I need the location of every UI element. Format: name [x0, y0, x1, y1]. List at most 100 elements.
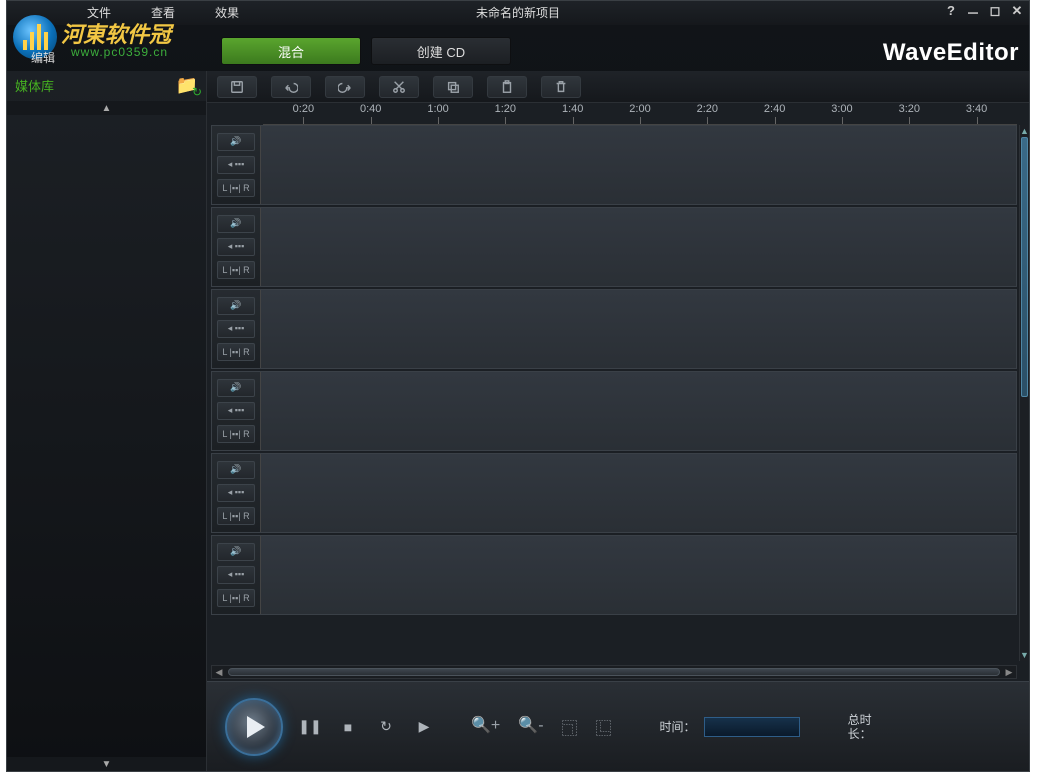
transport-bar: ❚❚ ■ ↻ ▶ 🔍+ 🔍- ⿹ ⿺ 时间： 总时 长： [207, 681, 1029, 771]
track-header: 🔊 ◂ ▪▪▪ L |▪▪| R [212, 126, 260, 204]
copy-button[interactable] [433, 76, 473, 98]
sidebar-scroll-down[interactable]: ▼ [7, 757, 206, 771]
track-lane[interactable] [260, 536, 1016, 614]
transport-controls: ❚❚ ■ ↻ ▶ [301, 718, 433, 735]
zoom-fit-button[interactable]: ⿺ [596, 715, 612, 739]
timeline-ruler[interactable]: 0:200:401:001:201:402:002:202:403:003:20… [263, 103, 1017, 125]
total-length-label: 总时 长： [848, 713, 872, 741]
app-window: 文件 查看 效果 未命名的新项目 ? － ◻ ✕ 河東软件冠 www.pc035… [6, 0, 1030, 772]
scroll-up-icon[interactable]: ▲ [1020, 125, 1029, 137]
ruler-label: 2:40 [764, 103, 785, 115]
maximize-button[interactable]: ◻ [987, 3, 1003, 22]
ruler-label: 0:40 [360, 103, 381, 115]
header-row: 河東软件冠 www.pc0359.cn 编辑 混合 创建 CD WaveEdit… [7, 25, 1029, 71]
mode-tabs: 混合 创建 CD [221, 37, 511, 65]
volume-chip[interactable]: ◂ ▪▪▪ [217, 320, 255, 338]
audio-track[interactable]: 🔊 ◂ ▪▪▪ L |▪▪| R [211, 371, 1017, 451]
vertical-scrollbar[interactable]: ▲ ▼ [1019, 125, 1029, 661]
mute-button[interactable]: 🔊 [217, 133, 255, 151]
mute-button[interactable]: 🔊 [217, 297, 255, 315]
scroll-thumb[interactable] [1021, 137, 1028, 397]
track-header: 🔊 ◂ ▪▪▪ L |▪▪| R [212, 372, 260, 450]
menu-edit[interactable]: 编辑 [31, 49, 55, 66]
time-display[interactable] [704, 717, 800, 737]
paste-button[interactable] [487, 76, 527, 98]
media-library-title: 媒体库 [15, 76, 54, 95]
brand-label: WaveEditor [883, 39, 1019, 67]
horizontal-scrollbar[interactable]: ◀ ▶ [211, 665, 1017, 679]
open-folder-button[interactable]: 📁 ↻ [176, 75, 198, 96]
pan-chip[interactable]: L |▪▪| R [217, 507, 255, 525]
volume-chip[interactable]: ◂ ▪▪▪ [217, 566, 255, 584]
ruler-label: 2:20 [697, 103, 718, 115]
track-area: 🔊 ◂ ▪▪▪ L |▪▪| R 🔊 ◂ ▪▪▪ L |▪▪| R 🔊 ◂ ▪▪▪ L |▪▪|… [211, 125, 1017, 661]
track-header: 🔊 ◂ ▪▪▪ L |▪▪| R [212, 208, 260, 286]
zoom-in-button[interactable]: 🔍+ [471, 715, 500, 739]
mute-button[interactable]: 🔊 [217, 543, 255, 561]
audio-track[interactable]: 🔊 ◂ ▪▪▪ L |▪▪| R [211, 207, 1017, 287]
zoom-controls: 🔍+ 🔍- ⿹ ⿺ [471, 715, 612, 739]
ruler-label: 3:00 [831, 103, 852, 115]
edit-toolbar [207, 71, 1029, 103]
volume-chip[interactable]: ◂ ▪▪▪ [217, 484, 255, 502]
track-header: 🔊 ◂ ▪▪▪ L |▪▪| R [212, 290, 260, 368]
help-button[interactable]: ? [943, 3, 959, 22]
pan-chip[interactable]: L |▪▪| R [217, 343, 255, 361]
next-button[interactable]: ▶ [415, 718, 433, 735]
pan-chip[interactable]: L |▪▪| R [217, 261, 255, 279]
zoom-out-button[interactable]: 🔍- [518, 715, 543, 739]
audio-track[interactable]: 🔊 ◂ ▪▪▪ L |▪▪| R [211, 453, 1017, 533]
pause-button[interactable]: ❚❚ [301, 718, 319, 735]
pan-chip[interactable]: L |▪▪| R [217, 589, 255, 607]
minimize-button[interactable]: － [965, 3, 981, 22]
pan-chip[interactable]: L |▪▪| R [217, 425, 255, 443]
tab-create-cd[interactable]: 创建 CD [371, 37, 511, 65]
main-area: 0:200:401:001:201:402:002:202:403:003:20… [207, 71, 1029, 771]
menu-effects[interactable]: 效果 [215, 4, 239, 21]
mute-button[interactable]: 🔊 [217, 461, 255, 479]
time-label: 时间： [660, 718, 696, 735]
track-header: 🔊 ◂ ▪▪▪ L |▪▪| R [212, 536, 260, 614]
audio-track[interactable]: 🔊 ◂ ▪▪▪ L |▪▪| R [211, 535, 1017, 615]
ruler-label: 2:00 [629, 103, 650, 115]
import-arrow-icon: ↻ [192, 85, 202, 99]
scroll-down-icon[interactable]: ▼ [1020, 649, 1029, 661]
scroll-left-icon[interactable]: ◀ [212, 666, 226, 678]
audio-track[interactable]: 🔊 ◂ ▪▪▪ L |▪▪| R [211, 289, 1017, 369]
ruler-label: 1:00 [427, 103, 448, 115]
ruler-label: 1:20 [495, 103, 516, 115]
sidebar-scroll-up[interactable]: ▲ [7, 101, 206, 115]
loop-button[interactable]: ↻ [377, 718, 395, 735]
track-lane[interactable] [260, 454, 1016, 532]
track-lane[interactable] [260, 126, 1016, 204]
tab-mix[interactable]: 混合 [221, 37, 361, 65]
mute-button[interactable]: 🔊 [217, 215, 255, 233]
track-lane[interactable] [260, 372, 1016, 450]
logo-url: www.pc0359.cn [71, 45, 168, 59]
mute-button[interactable]: 🔊 [217, 379, 255, 397]
stop-button[interactable]: ■ [339, 719, 357, 735]
save-button[interactable] [217, 76, 257, 98]
sidebar: 媒体库 📁 ↻ ▲ ▼ [7, 71, 207, 771]
hscroll-thumb[interactable] [228, 668, 1000, 676]
volume-chip[interactable]: ◂ ▪▪▪ [217, 402, 255, 420]
audio-track[interactable]: 🔊 ◂ ▪▪▪ L |▪▪| R [211, 125, 1017, 205]
scroll-right-icon[interactable]: ▶ [1002, 666, 1016, 678]
play-icon [247, 716, 265, 738]
volume-chip[interactable]: ◂ ▪▪▪ [217, 238, 255, 256]
undo-button[interactable] [271, 76, 311, 98]
close-button[interactable]: ✕ [1009, 3, 1025, 22]
cut-button[interactable] [379, 76, 419, 98]
ruler-label: 0:20 [293, 103, 314, 115]
redo-button[interactable] [325, 76, 365, 98]
track-lane[interactable] [260, 290, 1016, 368]
delete-button[interactable] [541, 76, 581, 98]
pan-chip[interactable]: L |▪▪| R [217, 179, 255, 197]
ruler-label: 3:20 [899, 103, 920, 115]
play-button[interactable] [225, 698, 283, 756]
track-lane[interactable] [260, 208, 1016, 286]
zoom-sel-button[interactable]: ⿹ [562, 715, 578, 739]
ruler-label: 3:40 [966, 103, 987, 115]
track-header: 🔊 ◂ ▪▪▪ L |▪▪| R [212, 454, 260, 532]
volume-chip[interactable]: ◂ ▪▪▪ [217, 156, 255, 174]
